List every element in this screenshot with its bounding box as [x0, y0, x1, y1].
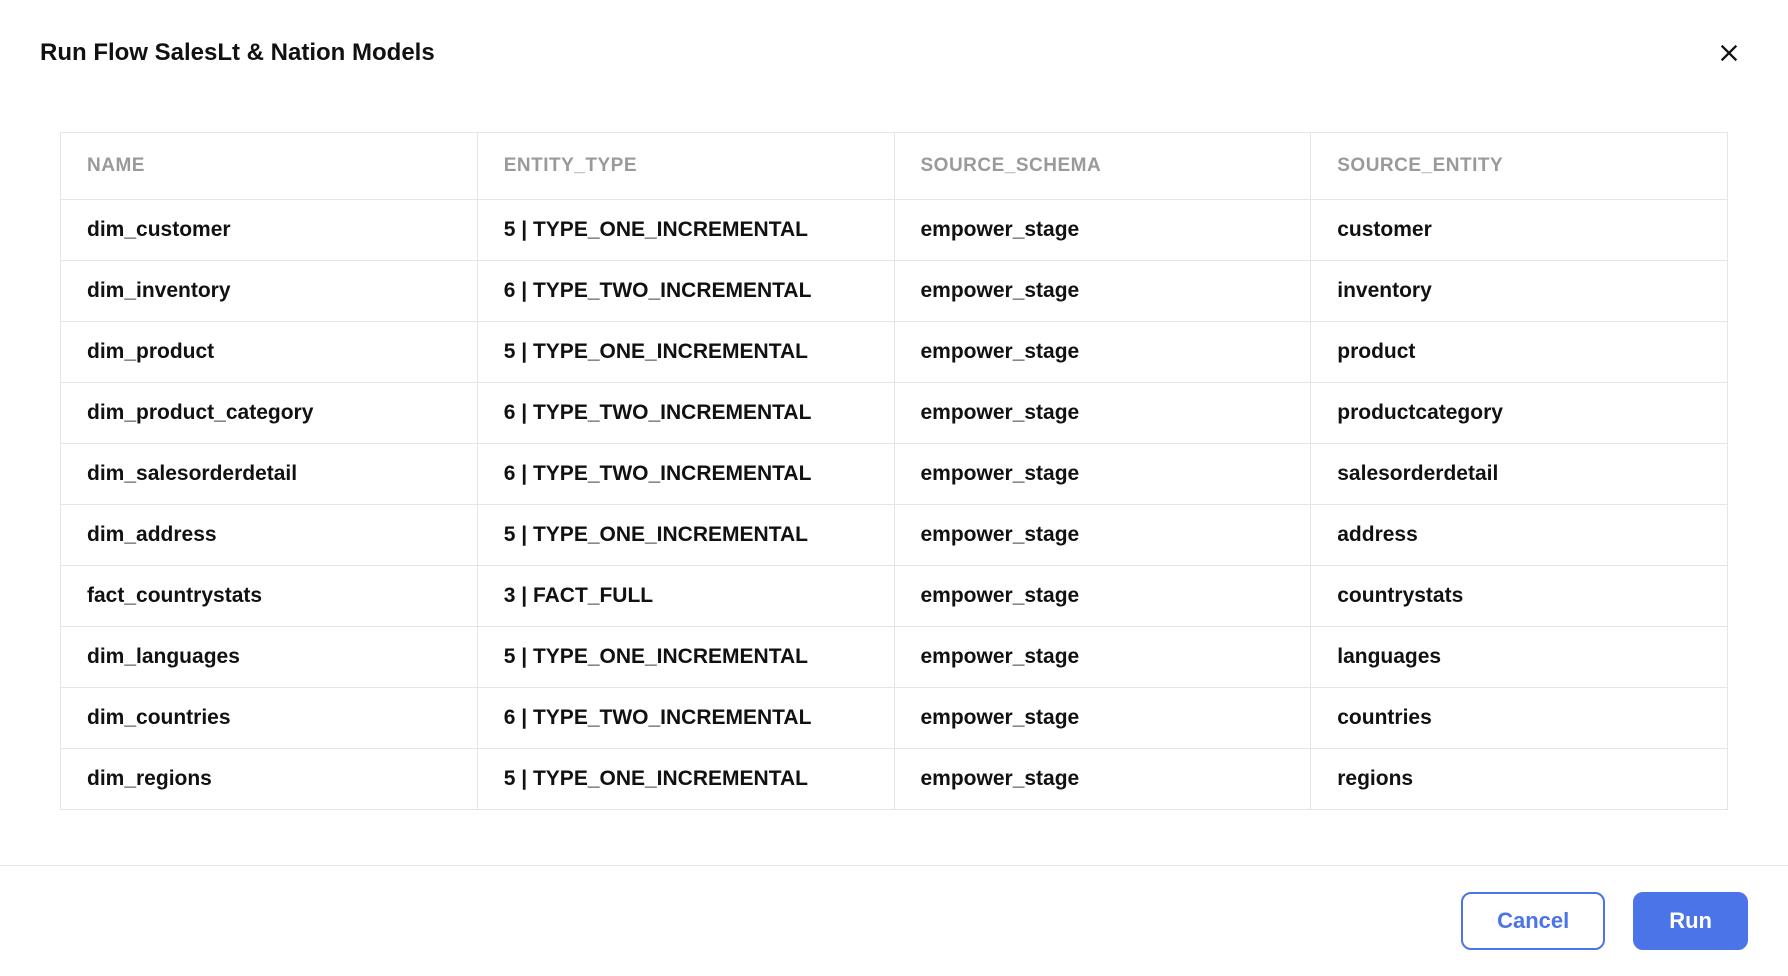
column-header-source-entity[interactable]: SOURCE_ENTITY [1311, 133, 1728, 200]
modal-header: Run Flow SalesLt & Nation Models [0, 0, 1788, 92]
table-row[interactable]: dim_customer5 | TYPE_ONE_INCREMENTALempo… [61, 200, 1728, 261]
cell-source-entity: productcategory [1311, 383, 1728, 444]
cell-source-entity: salesorderdetail [1311, 444, 1728, 505]
cell-source-schema: empower_stage [894, 566, 1311, 627]
run-button[interactable]: Run [1633, 892, 1748, 950]
cell-source-entity: countries [1311, 688, 1728, 749]
cell-source-entity: product [1311, 322, 1728, 383]
table-row[interactable]: dim_countries6 | TYPE_TWO_INCREMENTALemp… [61, 688, 1728, 749]
close-icon [1718, 42, 1740, 64]
cell-entity-type: 6 | TYPE_TWO_INCREMENTAL [477, 444, 894, 505]
cell-source-schema: empower_stage [894, 688, 1311, 749]
cell-source-schema: empower_stage [894, 261, 1311, 322]
cell-source-entity: address [1311, 505, 1728, 566]
cell-name: dim_product_category [61, 383, 478, 444]
cell-entity-type: 5 | TYPE_ONE_INCREMENTAL [477, 627, 894, 688]
close-button[interactable] [1710, 34, 1748, 72]
cell-entity-type: 6 | TYPE_TWO_INCREMENTAL [477, 261, 894, 322]
table-header-row: NAME ENTITY_TYPE SOURCE_SCHEMA SOURCE_EN… [61, 133, 1728, 200]
cell-source-schema: empower_stage [894, 444, 1311, 505]
column-header-source-schema[interactable]: SOURCE_SCHEMA [894, 133, 1311, 200]
table-row[interactable]: dim_regions5 | TYPE_ONE_INCREMENTALempow… [61, 749, 1728, 810]
cancel-button[interactable]: Cancel [1461, 892, 1605, 950]
table-row[interactable]: dim_languages5 | TYPE_ONE_INCREMENTALemp… [61, 627, 1728, 688]
cell-source-schema: empower_stage [894, 383, 1311, 444]
cell-name: dim_customer [61, 200, 478, 261]
cell-entity-type: 6 | TYPE_TWO_INCREMENTAL [477, 688, 894, 749]
modal-body: NAME ENTITY_TYPE SOURCE_SCHEMA SOURCE_EN… [0, 92, 1788, 888]
cell-source-entity: languages [1311, 627, 1728, 688]
cell-name: dim_countries [61, 688, 478, 749]
modal-title: Run Flow SalesLt & Nation Models [40, 39, 435, 67]
cell-source-schema: empower_stage [894, 627, 1311, 688]
cell-name: dim_address [61, 505, 478, 566]
cell-name: dim_regions [61, 749, 478, 810]
cell-source-schema: empower_stage [894, 200, 1311, 261]
cell-source-entity: inventory [1311, 261, 1728, 322]
cell-source-schema: empower_stage [894, 505, 1311, 566]
cell-source-schema: empower_stage [894, 322, 1311, 383]
column-header-entity-type[interactable]: ENTITY_TYPE [477, 133, 894, 200]
cell-name: dim_product [61, 322, 478, 383]
cell-name: dim_languages [61, 627, 478, 688]
cell-source-entity: regions [1311, 749, 1728, 810]
table-row[interactable]: dim_address5 | TYPE_ONE_INCREMENTALempow… [61, 505, 1728, 566]
column-header-name[interactable]: NAME [61, 133, 478, 200]
cell-entity-type: 5 | TYPE_ONE_INCREMENTAL [477, 505, 894, 566]
models-table: NAME ENTITY_TYPE SOURCE_SCHEMA SOURCE_EN… [60, 132, 1728, 810]
cell-entity-type: 3 | FACT_FULL [477, 566, 894, 627]
cell-entity-type: 5 | TYPE_ONE_INCREMENTAL [477, 749, 894, 810]
cell-entity-type: 6 | TYPE_TWO_INCREMENTAL [477, 383, 894, 444]
cell-name: fact_countrystats [61, 566, 478, 627]
table-row[interactable]: dim_inventory6 | TYPE_TWO_INCREMENTALemp… [61, 261, 1728, 322]
cell-name: dim_salesorderdetail [61, 444, 478, 505]
modal-footer: Cancel Run [0, 865, 1788, 976]
cell-source-entity: countrystats [1311, 566, 1728, 627]
cell-entity-type: 5 | TYPE_ONE_INCREMENTAL [477, 322, 894, 383]
table-row[interactable]: dim_product_category6 | TYPE_TWO_INCREME… [61, 383, 1728, 444]
cell-entity-type: 5 | TYPE_ONE_INCREMENTAL [477, 200, 894, 261]
cell-name: dim_inventory [61, 261, 478, 322]
table-row[interactable]: dim_salesorderdetail6 | TYPE_TWO_INCREME… [61, 444, 1728, 505]
table-row[interactable]: fact_countrystats3 | FACT_FULLempower_st… [61, 566, 1728, 627]
cell-source-schema: empower_stage [894, 749, 1311, 810]
cell-source-entity: customer [1311, 200, 1728, 261]
table-row[interactable]: dim_product5 | TYPE_ONE_INCREMENTALempow… [61, 322, 1728, 383]
